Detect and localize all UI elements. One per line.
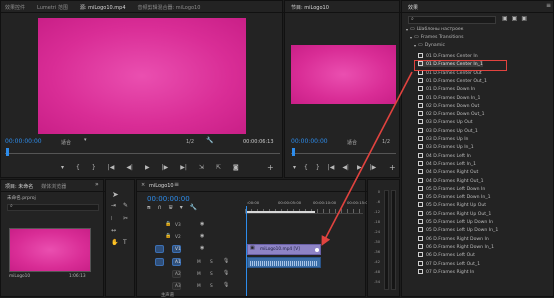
annotation-arrow <box>321 71 413 246</box>
